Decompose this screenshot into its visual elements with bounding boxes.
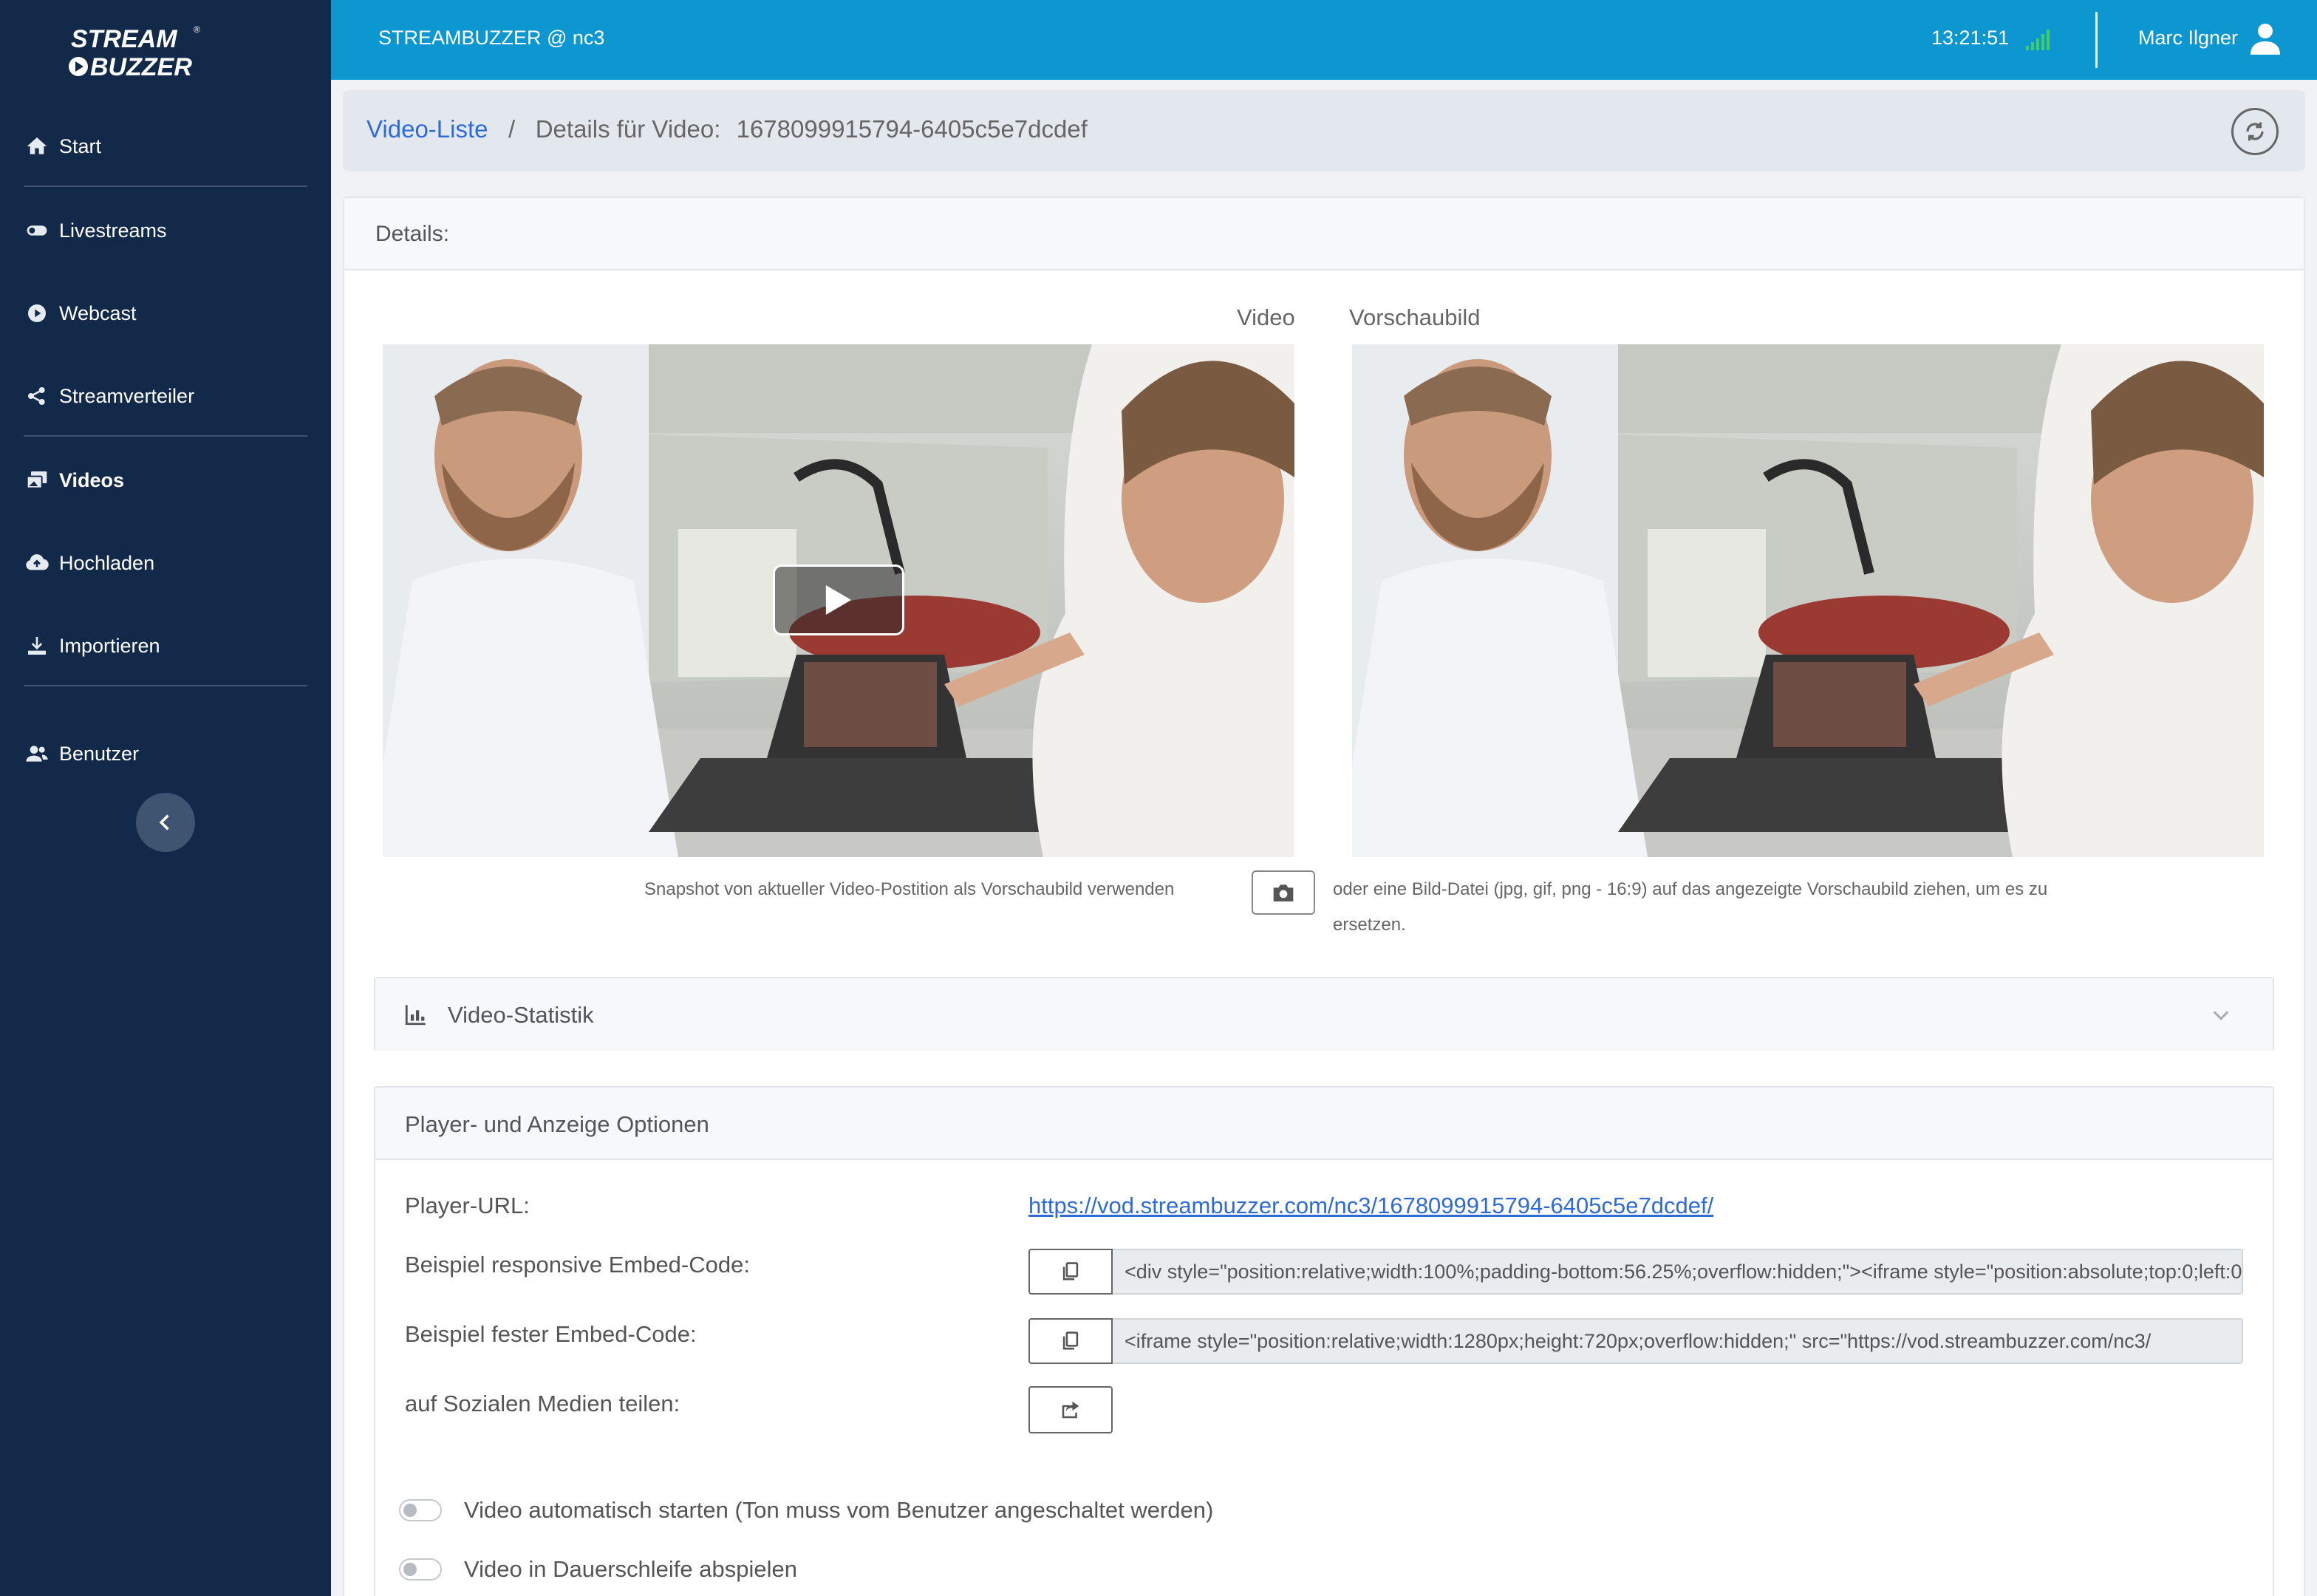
sidebar-item-start[interactable]: Start (0, 117, 331, 176)
copy-icon (1062, 1262, 1079, 1280)
video-statistics-header[interactable]: Video-Statistik (375, 978, 2273, 1051)
sidebar-item-hochladen[interactable]: Hochladen (0, 533, 331, 593)
share-social-button[interactable] (1028, 1386, 1113, 1433)
player-options-header: Player- und Anzeige Optionen (375, 1088, 2273, 1160)
clock: 13:21:51 (1931, 27, 2010, 49)
sidebar-item-streamverteiler[interactable]: Streamverteiler (0, 366, 331, 426)
video-label: Video (1237, 304, 1295, 330)
sidebar-divider (24, 185, 307, 187)
breadcrumb: Video-Liste / Details für Video: 1678099… (366, 115, 1088, 143)
snapshot-text: Snapshot von aktueller Video-Postition a… (644, 879, 1175, 899)
toggle-icon (24, 217, 50, 244)
refresh-icon (2246, 122, 2264, 141)
breadcrumb-bar: Video-Liste / Details für Video: 1678099… (343, 90, 2305, 171)
breadcrumb-video-id: 1678099915794-6405c5e7dcdef (736, 115, 1088, 143)
sidebar-item-livestreams[interactable]: Livestreams (0, 201, 331, 260)
sidebar-item-label: Start (59, 134, 102, 157)
signal-icon (2026, 30, 2050, 50)
play-button[interactable] (773, 565, 904, 635)
autostart-toggle[interactable] (399, 1499, 442, 1521)
app-title: STREAMBUZZER @ nc3 (378, 27, 605, 49)
bar-chart-icon (405, 1005, 426, 1026)
share-label: auf Sozialen Medien teilen: (405, 1391, 680, 1416)
sidebar-item-webcast[interactable]: Webcast (0, 284, 331, 343)
player-url-link[interactable]: https://vod.streambuzzer.com/nc3/1678099… (1028, 1193, 1713, 1219)
sidebar-item-label: Hochladen (59, 551, 155, 574)
refresh-button[interactable] (2231, 108, 2279, 155)
sidebar-divider (24, 435, 307, 437)
copy-icon (1062, 1331, 1079, 1350)
player-url-label: Player-URL: (405, 1193, 530, 1218)
breadcrumb-separator: / (508, 115, 516, 143)
sidebar-item-videos[interactable]: Videos (0, 451, 331, 510)
snapshot-button[interactable] (1252, 870, 1315, 915)
copy-fixed-embed-button[interactable] (1028, 1318, 1113, 1364)
sidebar-item-label: Importieren (59, 634, 160, 657)
sidebar-item-importieren[interactable]: Importieren (0, 616, 331, 675)
chevron-down-icon[interactable] (2211, 1005, 2231, 1026)
fixed-embed-field: <iframe style="position:relative;width:1… (1028, 1318, 2243, 1364)
video-statistics-title: Video-Statistik (448, 1002, 594, 1028)
details-heading: Details: (375, 222, 450, 246)
users-icon (24, 740, 50, 767)
play-circle-icon (24, 300, 50, 327)
streambuzzer-logo[interactable]: STREAM ® BUZZER (64, 22, 219, 81)
camera-icon (1273, 884, 1294, 901)
sidebar-item-label: Benutzer (59, 742, 140, 765)
preview-label: Vorschaubild (1349, 304, 1481, 330)
topbar-divider (2095, 12, 2098, 68)
sidebar-divider (24, 685, 307, 686)
drop-image-text-continued: ersetzen. (1333, 915, 1406, 935)
sidebar-item-label: Videos (59, 468, 125, 491)
topbar: STREAMBUZZER @ nc3 13:21:51 Marc Ilgner (331, 0, 2317, 80)
svg-text:®: ® (194, 24, 200, 35)
photo-video-icon (24, 467, 50, 494)
share-nodes-icon (24, 383, 50, 409)
loop-toggle[interactable] (399, 1558, 442, 1580)
chevron-left-icon (159, 814, 169, 831)
video-player[interactable] (383, 344, 1294, 857)
drop-image-text: oder eine Bild-Datei (jpg, gif, png - 16… (1333, 879, 2048, 899)
svg-text:BUZZER: BUZZER (90, 53, 192, 81)
user-name[interactable]: Marc Ilgner (2138, 27, 2238, 50)
video-statistics-panel[interactable]: Video-Statistik (374, 977, 2274, 1051)
collapse-sidebar-button[interactable] (136, 793, 195, 852)
sidebar-item-benutzer[interactable]: Benutzer (0, 724, 331, 783)
fixed-embed-code[interactable]: <iframe style="position:relative;width:1… (1113, 1318, 2243, 1364)
loop-label: Video in Dauerschleife abspielen (464, 1556, 797, 1582)
share-icon (1062, 1401, 1079, 1419)
copy-responsive-embed-button[interactable] (1028, 1249, 1113, 1295)
fixed-embed-label: Beispiel fester Embed-Code: (405, 1321, 697, 1347)
sidebar-item-label: Livestreams (59, 219, 167, 242)
preview-frame-image (1352, 344, 2264, 857)
user-icon[interactable] (2248, 21, 2283, 56)
preview-image[interactable] (1352, 344, 2264, 857)
responsive-embed-code[interactable]: <div style="position:relative;width:100%… (1113, 1249, 2243, 1295)
responsive-embed-label: Beispiel responsive Embed-Code: (405, 1252, 750, 1278)
home-icon (24, 133, 50, 160)
cloud-upload-icon (24, 550, 50, 576)
breadcrumb-link-video-liste[interactable]: Video-Liste (366, 115, 488, 143)
autostart-label: Video automatisch starten (Ton muss vom … (464, 1497, 1214, 1523)
download-icon (24, 632, 50, 659)
sidebar: STREAM ® BUZZER Start Livestreams Webcas… (0, 0, 331, 1596)
svg-text:STREAM: STREAM (71, 25, 177, 53)
details-card-header: Details: (344, 198, 2304, 270)
play-icon (825, 585, 852, 615)
sidebar-item-label: Streamverteiler (59, 384, 195, 407)
sidebar-item-label: Webcast (59, 301, 137, 324)
player-options-title: Player- und Anzeige Optionen (405, 1111, 709, 1137)
breadcrumb-current-prefix: Details für Video: (535, 115, 721, 143)
responsive-embed-field: <div style="position:relative;width:100%… (1028, 1249, 2243, 1295)
